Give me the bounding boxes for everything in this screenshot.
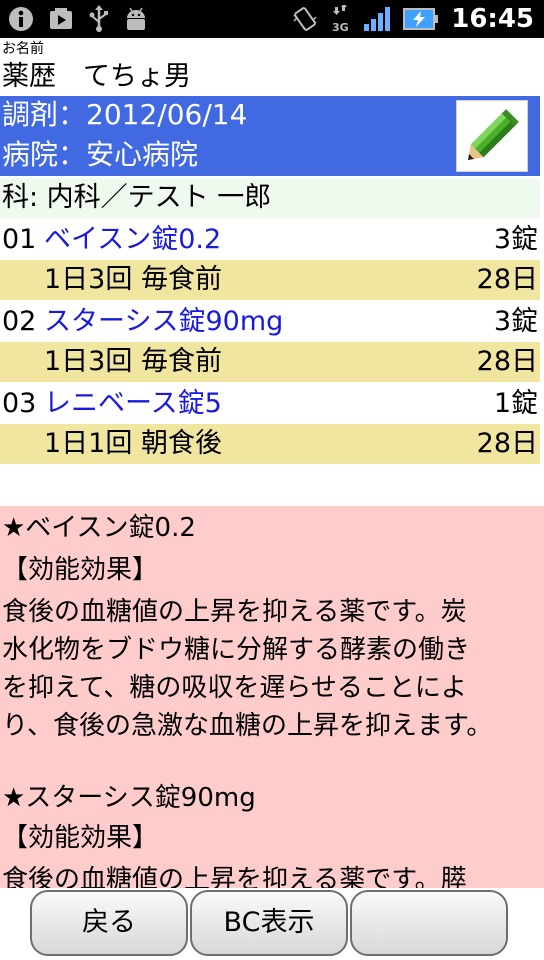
department-doctor: 科: 内科／テスト 一郎	[0, 178, 540, 218]
info-section-heading: 【効能効果】	[2, 555, 159, 585]
drug-info-panel[interactable]: ★ベイスン錠0.2 【効能効果】 食後の血糖値の上昇を抑える薬です。炭 水化物を…	[0, 506, 544, 888]
dosage-text: 1日3回 毎食前	[44, 346, 222, 377]
prescription-header: 調剤：2012/06/14 病院：安心病院	[0, 96, 540, 176]
dosage-days: 28日	[476, 428, 538, 459]
dosage-text: 1日3回 毎食前	[44, 264, 222, 295]
info-text-line: 食後の血糖値の上昇を抑える薬です。膵	[2, 865, 467, 888]
dosage-row: 1日3回 毎食前 28日	[0, 260, 540, 300]
info-text-line: 食後の血糖値の上昇を抑える薬です。炭	[2, 597, 467, 627]
system-icons: 3G 16:45	[291, 3, 534, 35]
info-text-line: り、食後の急激な血糖の上昇を抑えます。	[2, 711, 493, 741]
blank-button[interactable]	[350, 890, 508, 956]
drug-number: 03	[2, 388, 37, 419]
dosage-row: 1日3回 毎食前 28日	[0, 342, 540, 382]
dosage-days: 28日	[476, 264, 538, 295]
android-debug-icon	[127, 7, 145, 30]
3g-icon: 3G	[332, 5, 349, 33]
patient-name: 薬歴 てちょ男	[2, 61, 191, 92]
info-text-line: 水化物をブドウ糖に分解する酵素の働き	[2, 635, 471, 665]
dosage-row: 1日1回 朝食後 28日	[0, 424, 540, 464]
info-text-line: を抑えて、糖の吸収を遅らせることによ	[2, 673, 467, 703]
back-button[interactable]: 戻る	[30, 890, 188, 956]
dispense-date: 調剤：2012/06/14	[2, 98, 248, 131]
drug-quantity: 3錠	[493, 224, 538, 255]
info-drug-title: ★ベイスン錠0.2	[2, 513, 196, 543]
youtube-icon	[50, 8, 72, 29]
drug-name: レニベース錠5	[44, 388, 222, 419]
dosage-text: 1日1回 朝食後	[44, 428, 222, 459]
bc-display-button[interactable]: BC表示	[190, 890, 348, 956]
drug-quantity: 3錠	[493, 306, 538, 337]
svg-text:3G: 3G	[332, 21, 349, 33]
pencil-icon	[467, 109, 519, 161]
notification-icons	[8, 5, 148, 33]
drug-row[interactable]: 03 レニベース錠5 1錠	[0, 384, 540, 424]
dosage-days: 28日	[476, 346, 538, 377]
battery-charging-icon	[403, 8, 439, 30]
bottom-button-bar: 戻る BC表示	[0, 888, 544, 960]
drug-number: 01	[2, 224, 37, 255]
drug-number: 02	[2, 306, 37, 337]
hospital-name: 病院：安心病院	[2, 138, 199, 171]
status-bar: 3G 16:45	[0, 0, 544, 38]
clock: 16:45	[451, 4, 534, 34]
usb-icon	[89, 5, 108, 32]
drug-name: スターシス錠90mg	[44, 306, 284, 337]
signal-icon	[364, 7, 391, 31]
patient-name-label: お名前	[2, 41, 44, 57]
drug-quantity: 1錠	[493, 388, 538, 419]
drug-row[interactable]: 01 ベイスン錠0.2 3錠	[0, 220, 540, 260]
info-section-heading: 【効能効果】	[2, 823, 159, 853]
info-drug-title: ★スターシス錠90mg	[2, 783, 256, 813]
drug-name: ベイスン錠0.2	[44, 224, 222, 255]
vibrate-icon	[293, 7, 317, 31]
edit-button[interactable]	[456, 100, 528, 172]
info-icon	[9, 7, 33, 31]
drug-row[interactable]: 02 スターシス錠90mg 3錠	[0, 302, 540, 342]
